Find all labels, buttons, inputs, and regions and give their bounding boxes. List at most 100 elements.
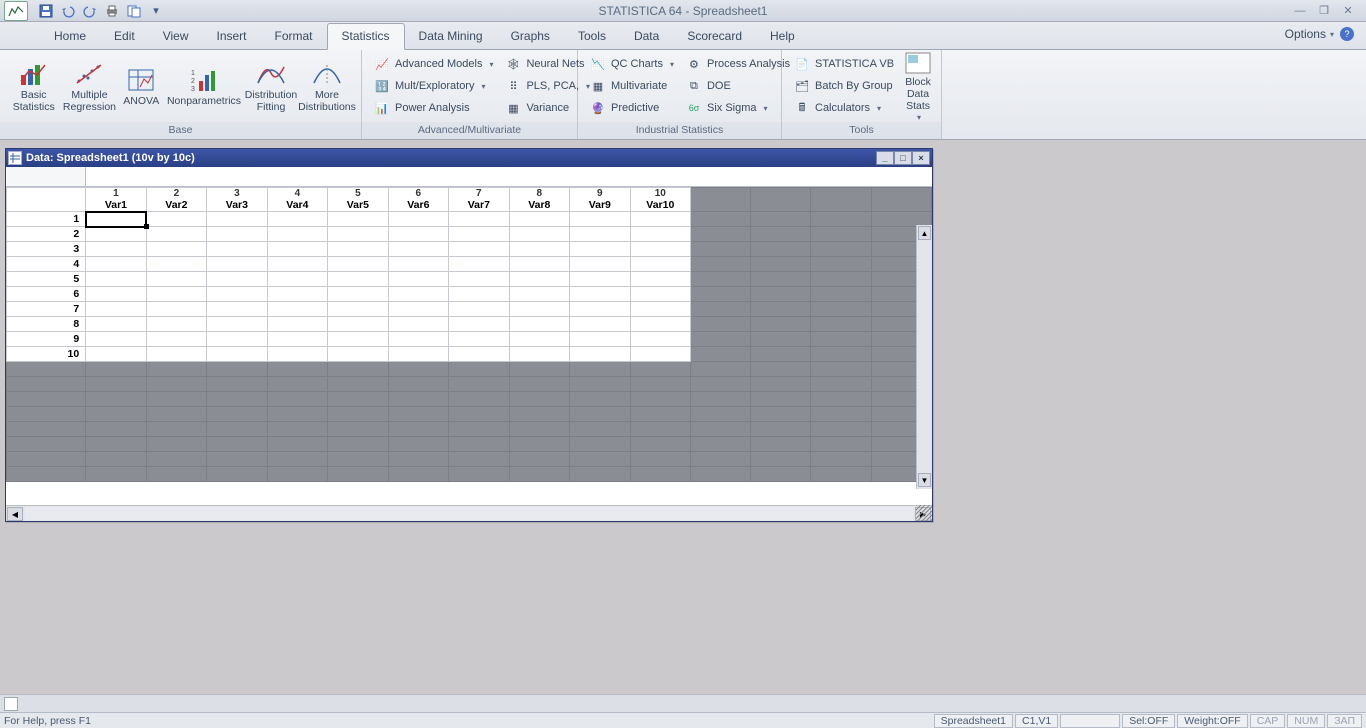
cell[interactable] — [509, 302, 569, 317]
tab-data-mining[interactable]: Data Mining — [405, 24, 497, 49]
cell[interactable] — [630, 347, 691, 362]
cell[interactable] — [267, 347, 327, 362]
cell[interactable] — [207, 212, 267, 227]
cell[interactable] — [388, 257, 448, 272]
distribution-fitting-button[interactable]: Distribution Fitting — [243, 53, 299, 119]
cell[interactable] — [146, 242, 206, 257]
scroll-left-icon[interactable]: ◀ — [7, 507, 23, 521]
tab-home[interactable]: Home — [40, 24, 100, 49]
select-all-corner[interactable] — [7, 188, 86, 212]
qc-charts-button[interactable]: 📉QC Charts▾ — [586, 54, 678, 74]
cell[interactable] — [146, 317, 206, 332]
status-weight[interactable]: Weight:OFF — [1177, 714, 1247, 728]
resize-grip[interactable] — [916, 505, 932, 521]
cell[interactable] — [509, 212, 569, 227]
cell[interactable] — [509, 227, 569, 242]
cell[interactable] — [630, 272, 691, 287]
cell[interactable] — [388, 287, 448, 302]
cell[interactable] — [207, 302, 267, 317]
column-header[interactable]: 9Var9 — [570, 188, 630, 212]
cell[interactable] — [388, 332, 448, 347]
help-icon[interactable]: ? — [1340, 27, 1354, 41]
restore-button[interactable]: ❐ — [1316, 4, 1332, 18]
doe-button[interactable]: ⧉DOE — [682, 76, 794, 96]
cell[interactable] — [267, 287, 327, 302]
multiple-regression-button[interactable]: Multiple Regression — [61, 53, 117, 119]
cell[interactable] — [570, 212, 630, 227]
cell[interactable] — [570, 257, 630, 272]
cell[interactable] — [328, 227, 388, 242]
cell[interactable] — [207, 287, 267, 302]
tab-edit[interactable]: Edit — [100, 24, 149, 49]
cell[interactable] — [630, 317, 691, 332]
cell[interactable] — [630, 227, 691, 242]
cell[interactable] — [86, 257, 146, 272]
cell[interactable] — [570, 272, 630, 287]
cell[interactable] — [328, 302, 388, 317]
column-header[interactable]: 6Var6 — [388, 188, 448, 212]
cell[interactable] — [207, 317, 267, 332]
sheet-area[interactable]: 1Var12Var23Var34Var45Var56Var67Var78Var8… — [6, 187, 932, 505]
cell[interactable] — [328, 272, 388, 287]
tab-scorecard[interactable]: Scorecard — [673, 24, 756, 49]
cell[interactable] — [449, 242, 509, 257]
column-header[interactable]: 8Var8 — [509, 188, 569, 212]
cell[interactable] — [449, 347, 509, 362]
cell[interactable] — [509, 242, 569, 257]
doc-tab-icon[interactable] — [4, 697, 18, 711]
mult-exploratory-button[interactable]: 🔢Mult/Exploratory▾ — [370, 76, 497, 96]
row-header[interactable]: 3 — [7, 242, 86, 257]
column-header[interactable]: 5Var5 — [328, 188, 388, 212]
cell[interactable] — [388, 347, 448, 362]
cell[interactable] — [328, 257, 388, 272]
row-header[interactable]: 10 — [7, 347, 86, 362]
add-to-workbook-icon[interactable] — [126, 3, 142, 19]
cell[interactable] — [267, 317, 327, 332]
column-header[interactable]: 4Var4 — [267, 188, 327, 212]
row-header[interactable]: 4 — [7, 257, 86, 272]
six-sigma-button[interactable]: 6σSix Sigma▾ — [682, 98, 794, 118]
cell[interactable] — [449, 272, 509, 287]
cell[interactable] — [207, 332, 267, 347]
doc-minimize-button[interactable]: _ — [876, 151, 894, 165]
row-header[interactable]: 6 — [7, 287, 86, 302]
minimize-button[interactable]: — — [1292, 4, 1308, 18]
row-header[interactable]: 8 — [7, 317, 86, 332]
cell[interactable] — [388, 227, 448, 242]
cell[interactable] — [509, 332, 569, 347]
cell[interactable] — [630, 212, 691, 227]
cell[interactable] — [267, 227, 327, 242]
cell[interactable] — [86, 272, 146, 287]
cell[interactable] — [207, 272, 267, 287]
horizontal-scrollbar[interactable]: ◀ ▶ — [6, 505, 932, 521]
anova-button[interactable]: ANOVA — [117, 53, 165, 119]
cell[interactable] — [146, 227, 206, 242]
options-button[interactable]: Options▾? — [1285, 27, 1354, 41]
cell[interactable] — [570, 332, 630, 347]
column-header[interactable]: 7Var7 — [449, 188, 509, 212]
column-header[interactable]: 2Var2 — [146, 188, 206, 212]
status-sel[interactable]: Sel:OFF — [1122, 714, 1175, 728]
block-data-stats-button[interactable]: Block Data Stats▾ — [900, 53, 936, 119]
cell[interactable] — [449, 212, 509, 227]
cell[interactable] — [449, 317, 509, 332]
row-header[interactable]: 5 — [7, 272, 86, 287]
cell[interactable] — [509, 317, 569, 332]
power-analysis-button[interactable]: 📊Power Analysis — [370, 98, 497, 118]
cell[interactable] — [388, 212, 448, 227]
scroll-up-icon[interactable]: ▲ — [918, 226, 931, 240]
cell[interactable] — [449, 227, 509, 242]
close-button[interactable]: ✕ — [1340, 4, 1356, 18]
cell[interactable] — [449, 332, 509, 347]
cell[interactable] — [267, 272, 327, 287]
cell[interactable] — [146, 212, 206, 227]
cell[interactable] — [146, 257, 206, 272]
vertical-scrollbar[interactable]: ▲ ▼ — [916, 225, 932, 489]
cell[interactable] — [388, 272, 448, 287]
cell[interactable] — [570, 302, 630, 317]
doc-titlebar[interactable]: Data: Spreadsheet1 (10v by 10c) _ □ × — [6, 149, 932, 167]
tab-help[interactable]: Help — [756, 24, 809, 49]
cell[interactable] — [388, 317, 448, 332]
cell[interactable] — [146, 272, 206, 287]
cell[interactable] — [86, 242, 146, 257]
